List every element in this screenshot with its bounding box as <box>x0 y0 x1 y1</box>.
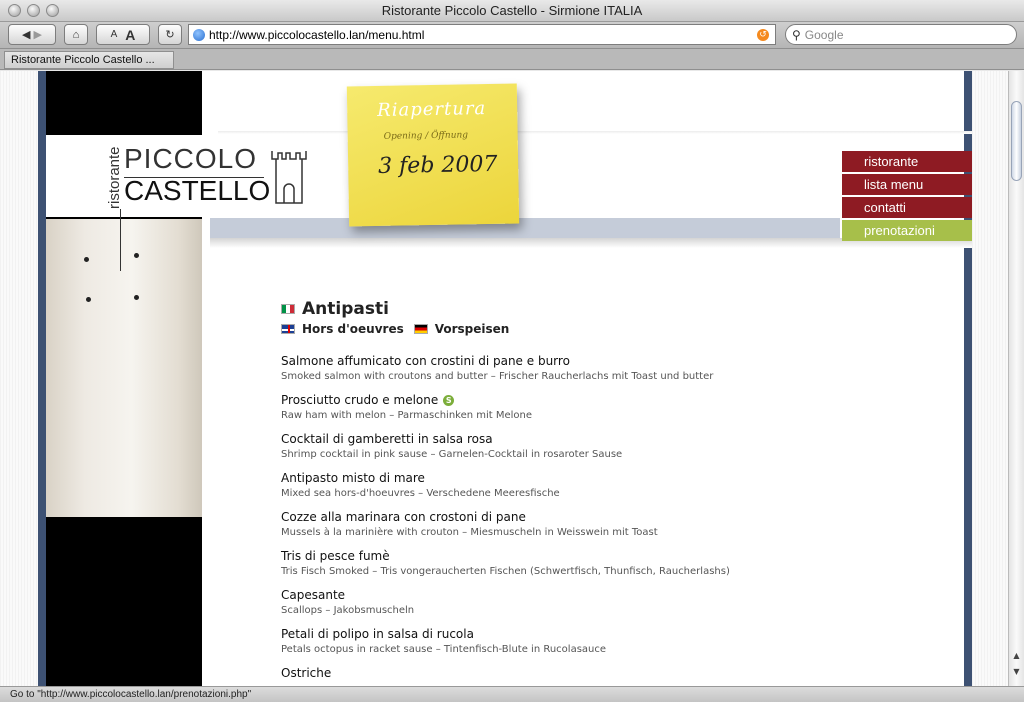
header-top-line <box>218 131 972 134</box>
back-arrow-icon[interactable]: ◀ <box>22 28 30 41</box>
dish-item: Ostriche <box>281 666 881 680</box>
search-icon: ⚲ <box>792 27 801 42</box>
text-bigger-button[interactable]: A <box>125 27 135 43</box>
postit-title: Riapertura <box>377 98 487 121</box>
dish-name: Ostriche <box>281 666 332 680</box>
dish-item: Petali di polipo in salsa di rucola Peta… <box>281 627 881 655</box>
scrollbar-thumb[interactable] <box>1011 101 1022 181</box>
dish-desc: Scallops – Jakobsmuscheln <box>281 605 415 616</box>
vertical-scrollbar[interactable]: ▲ ▼ <box>1008 71 1024 686</box>
dish-desc: Mussels à la marinière with crouton – Mi… <box>281 527 658 538</box>
dish-name: Petali di polipo in salsa di rucola <box>281 627 474 641</box>
dish-desc: Mixed sea hors-d'hoeuvres – Verschedene … <box>281 488 560 499</box>
window-title: Ristorante Piccolo Castello - Sirmione I… <box>381 3 643 18</box>
scroll-down-arrow-icon[interactable]: ▼ <box>1011 667 1022 677</box>
dish-item: Capesante Scallops – Jakobsmuscheln <box>281 588 881 616</box>
section-title-en: Hors d'oeuvres <box>302 322 404 336</box>
back-forward-button[interactable]: ◀ ▶ <box>8 24 56 45</box>
search-field[interactable]: ⚲ Google <box>785 24 1017 45</box>
url-text[interactable]: http://www.piccolocastello.lan/menu.html <box>209 28 757 42</box>
text-size-buttons[interactable]: A A <box>96 24 150 45</box>
reload-icon: ↻ <box>165 29 175 41</box>
dish-name: Cozze alla marinara con crostoni di pane <box>281 510 526 524</box>
window-titlebar: Ristorante Piccolo Castello - Sirmione I… <box>0 0 1024 22</box>
chef-button-dot <box>134 253 139 258</box>
logo-ristorante: ristorante <box>106 146 123 209</box>
status-bar: Go to "http://www.piccolocastello.lan/pr… <box>0 686 1024 702</box>
tab-bar: Ristorante Piccolo Castello ... <box>0 48 1024 70</box>
nav-item-ristorante[interactable]: ristorante <box>842 151 972 172</box>
german-flag-icon <box>413 324 428 334</box>
dish-item: Salmone affumicato con crostini di pane … <box>281 354 881 382</box>
dish-item: Prosciutto crudo e melone S Raw ham with… <box>281 393 881 421</box>
tab-piccolo-castello[interactable]: Ristorante Piccolo Castello ... <box>4 51 174 69</box>
text-smaller-button[interactable]: A <box>111 29 118 40</box>
dish-item: Tris di pesce fumè Tris Fisch Smoked – T… <box>281 549 881 577</box>
globe-icon <box>193 28 205 41</box>
dish-name: Antipasto misto di mare <box>281 471 425 485</box>
section-title-de: Vorspeisen <box>434 322 510 336</box>
section-title: Antipasti <box>281 299 881 319</box>
logo-castello: CASTELLO <box>124 175 271 206</box>
chef-button-dot <box>134 295 139 300</box>
site-container: ristorante PICCOLO CASTELLO Riapertura O… <box>38 71 972 686</box>
uk-flag-icon <box>281 324 295 334</box>
menu-content: Antipasti Hors d'oeuvres Vorspeisen Salm… <box>281 299 881 686</box>
scroll-up-arrow-icon[interactable]: ▲ <box>1011 651 1022 661</box>
postit-subtitle: Opening / Öffnung <box>383 130 469 142</box>
logo-piccolo: PICCOLO <box>124 143 258 174</box>
dish-desc: Smoked salmon with croutons and butter –… <box>281 371 714 382</box>
reload-button[interactable]: ↻ <box>158 24 182 45</box>
chef-button-dot <box>84 257 89 262</box>
snapback-icon[interactable]: ↺ <box>757 28 769 41</box>
dish-desc: Tris Fisch Smoked – Tris vongeraucherten… <box>281 566 730 577</box>
chef-button-dot <box>86 297 91 302</box>
dish-item: Cocktail di gamberetti in salsa rosa Shr… <box>281 432 881 460</box>
dish-item: Cozze alla marinara con crostoni di pane… <box>281 510 881 538</box>
dish-name: Capesante <box>281 588 346 602</box>
dish-name: Prosciutto crudo e melone <box>281 393 439 407</box>
dish-name: Tris di pesce fumè <box>281 549 390 563</box>
home-button[interactable]: ⌂ <box>64 24 88 45</box>
home-icon: ⌂ <box>72 28 80 41</box>
search-placeholder: Google <box>804 27 844 42</box>
dish-name: Cocktail di gamberetti in salsa rosa <box>281 432 493 446</box>
reopening-postit: Riapertura Opening / Öffnung 3 feb 2007 <box>346 83 520 227</box>
dish-name-row: Prosciutto crudo e melone S <box>281 393 881 407</box>
main-nav: ristorante lista menu contatti prenotazi… <box>842 151 972 243</box>
section-title-it: Antipasti <box>302 299 389 319</box>
forward-arrow-icon[interactable]: ▶ <box>34 28 42 41</box>
browser-toolbar: ◀ ▶ ⌂ A A ↻ http://www.piccolocastello.l… <box>0 22 1024 48</box>
dish-list: Salmone affumicato con crostini di pane … <box>281 354 881 680</box>
page-viewport: ristorante PICCOLO CASTELLO Riapertura O… <box>0 71 1008 686</box>
postit-date: 3 feb 2007 <box>377 151 498 179</box>
italian-flag-icon <box>281 304 295 314</box>
nav-item-prenotazioni[interactable]: prenotazioni <box>842 220 972 241</box>
nav-item-contatti[interactable]: contatti <box>842 197 972 218</box>
dish-item: Antipasto misto di mare Mixed sea hors-d… <box>281 471 881 499</box>
castle-tower-icon <box>271 151 307 204</box>
nav-item-lista-menu[interactable]: lista menu <box>842 174 972 195</box>
logo-divider <box>120 209 121 271</box>
dish-desc: Shrimp cocktail in pink sause – Garnelen… <box>281 449 623 460</box>
header-blue-band <box>210 218 840 238</box>
address-bar[interactable]: http://www.piccolocastello.lan/menu.html… <box>188 24 776 45</box>
dish-desc: Petals octopus in racket sause – Tintenf… <box>281 644 607 655</box>
chef-photo <box>46 219 202 517</box>
section-subtitle: Hors d'oeuvres Vorspeisen <box>281 322 881 336</box>
dish-desc: Raw ham with melon – Parmaschinken mit M… <box>281 410 533 421</box>
special-icon: S <box>443 394 455 406</box>
dish-name: Salmone affumicato con crostini di pane … <box>281 354 570 368</box>
